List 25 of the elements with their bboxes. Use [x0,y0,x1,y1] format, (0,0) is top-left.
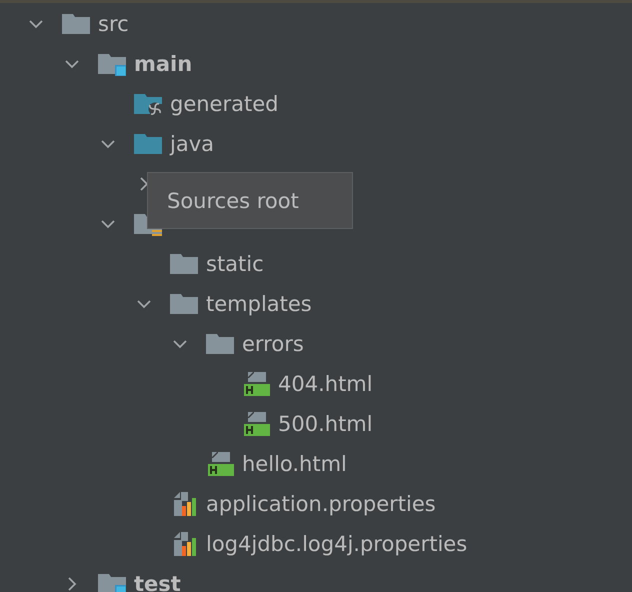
folder-icon [170,252,198,276]
tree-item[interactable]: errors [242,330,304,358]
tooltip: Sources root [147,172,353,229]
tree-item[interactable]: generated [170,90,278,118]
folder-icon [206,332,234,356]
tree-item[interactable]: main [134,50,192,78]
folder-icon [134,92,162,116]
html-file-icon [242,372,270,396]
tree-item[interactable]: application.properties [206,490,436,518]
html-file-icon [242,412,270,436]
folder-icon [170,292,198,316]
html-file-icon [206,452,234,476]
tree-item[interactable]: log4jdbc.log4j.properties [206,530,468,558]
tree-item[interactable]: templates [206,290,312,318]
tree-item[interactable]: static [206,250,264,278]
tree-item[interactable]: src [98,10,129,38]
tree-item[interactable]: 500.html [278,410,373,438]
tree-item[interactable]: java [170,130,214,158]
folder-icon [98,572,126,592]
folder-icon [98,52,126,76]
folder-icon [134,132,162,156]
tree-item[interactable]: 404.html [278,370,373,398]
tree-item[interactable]: hello.html [242,450,347,478]
folder-icon [62,12,90,36]
tree-item[interactable]: test [134,570,181,592]
